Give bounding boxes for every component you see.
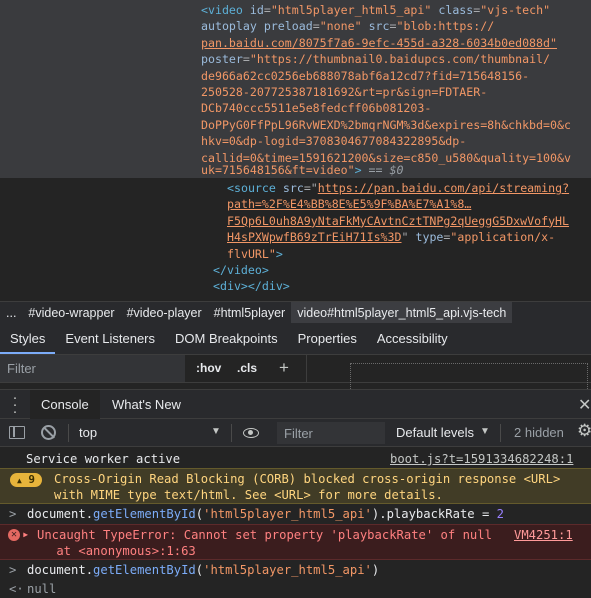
source-link[interactable]: VM4251:1 <box>514 527 573 543</box>
dom-node-video-line8[interactable]: DoPPyG0FfPpL96RvWEXD%2bmqrNGM%3d&expires… <box>201 117 571 133</box>
dom-node-video-line6[interactable]: 250528-207725387181692&rt=pr&sign=FDTAER… <box>201 84 487 100</box>
close-drawer-icon[interactable]: ✕ <box>578 395 591 415</box>
warning-icon: ▲ <box>16 476 22 485</box>
breadcrumb-video-wrapper[interactable]: #video-wrapper <box>22 302 120 324</box>
expand-arrow-icon[interactable]: ▸ <box>22 526 29 542</box>
message-text: Cross-Origin Read Blocking (CORB) blocke… <box>54 472 561 486</box>
dom-node-video-line1[interactable]: <video id="html5player_html5_api" class=… <box>201 2 550 18</box>
dom-node-div[interactable]: <div></div> <box>213 278 290 294</box>
error-icon[interactable]: ✕ <box>8 529 20 541</box>
console-command: > document.getElementById('html5player_h… <box>9 563 380 577</box>
source-link[interactable]: boot.js?t=1591334682248:1 <box>390 451 573 467</box>
new-style-rule-button[interactable]: + <box>279 358 289 378</box>
tab-accessibility[interactable]: Accessibility <box>367 323 458 354</box>
message-text: Uncaught TypeError: Cannot set property … <box>37 528 492 542</box>
message-text: with MIME type text/html. See <URL> for … <box>54 488 443 502</box>
prompt-chevron-icon: > <box>9 563 17 577</box>
console-message-error: ✕ ▸ Uncaught TypeError: Cannot set prope… <box>0 524 591 560</box>
context-selector[interactable]: top <box>79 425 97 440</box>
breadcrumb-video-element[interactable]: video#html5player_html5_api.vjs-tech <box>291 301 513 324</box>
console-command: > document.getElementById('html5player_h… <box>9 507 504 521</box>
console-message-warning: ▲ 9 Cross-Origin Read Blocking (CORB) bl… <box>0 468 591 504</box>
chevron-down-icon[interactable]: ▼ <box>211 426 221 437</box>
breadcrumb-html5player[interactable]: #html5player <box>208 302 292 324</box>
tab-dom-breakpoints[interactable]: DOM Breakpoints <box>165 323 288 354</box>
console-messages: Service worker active boot.js?t=15913346… <box>0 447 591 598</box>
dom-node-video-line4[interactable]: poster="https://thumbnail0.baidupcs.com/… <box>201 51 550 67</box>
console-toolbar: top ▼ Filter Default levels ▼ 2 hidden ⚙ <box>0 419 591 447</box>
console-filter-input[interactable]: Filter <box>277 422 385 444</box>
dom-node-video-line2[interactable]: autoplay preload="none" src="blob:https:… <box>201 18 494 34</box>
message-text: Service worker active <box>26 452 181 466</box>
tab-console[interactable]: Console <box>30 390 100 419</box>
tab-whats-new[interactable]: What's New <box>112 390 181 419</box>
styles-divider <box>306 355 307 383</box>
drawer-menu-icon[interactable]: · · · <box>12 390 18 419</box>
dom-node-video-line11[interactable]: uk=715648156&ft=video"> == $0 <box>201 162 403 178</box>
styles-tab-bar: Styles Event Listeners DOM Breakpoints P… <box>0 323 591 355</box>
dom-node-source-line5[interactable]: flvURL"> <box>227 246 283 262</box>
tab-properties[interactable]: Properties <box>288 323 367 354</box>
breadcrumb-video-player[interactable]: #video-player <box>121 302 208 324</box>
tab-event-listeners[interactable]: Event Listeners <box>55 323 165 354</box>
dom-node-source-line1[interactable]: <source src="https://pan.baidu.com/api/s… <box>227 180 569 196</box>
dom-node-source-line4[interactable]: H4sPXWpwfB69zTrEiH71Is%3D" type="applica… <box>227 229 555 245</box>
drawer-tab-bar: · · · Console What's New ✕ <box>0 389 591 419</box>
gear-icon[interactable]: ⚙ <box>577 421 591 441</box>
cls-toggle-button[interactable]: .cls <box>237 361 257 375</box>
dom-node-source-line3[interactable]: F5Qp6L0uh8A9yNtaFkMyCAvtnCztTNPg2qUeggG5… <box>227 213 569 229</box>
warning-count-badge[interactable]: ▲ 9 <box>10 473 42 487</box>
dom-node-source-line2[interactable]: path=%2F%E4%BB%8E%E5%9F%BA%E7%A1%8… <box>227 196 471 212</box>
prompt-chevron-icon: > <box>9 507 17 521</box>
show-sidebar-icon[interactable] <box>9 426 25 439</box>
toolbar-divider <box>231 424 232 442</box>
log-levels-dropdown[interactable]: Default levels <box>396 425 474 440</box>
dom-node-video-line7[interactable]: DCb740ccc5511e5e8fedcff06b081203- <box>201 100 431 116</box>
hov-toggle-button[interactable]: :hov <box>196 361 221 375</box>
tab-styles[interactable]: Styles <box>0 323 56 354</box>
message-text: at <anonymous>:1:63 <box>27 544 196 558</box>
breadcrumb-overflow[interactable]: ... <box>0 302 22 324</box>
toolbar-divider <box>68 424 69 442</box>
elements-panel: <video id="html5player_html5_api" class=… <box>0 0 591 301</box>
styles-filter-row: Filter :hov .cls + <box>0 355 591 393</box>
breadcrumb: ... #video-wrapper #video-player #html5p… <box>0 301 591 324</box>
dom-node-video-close[interactable]: </video> <box>213 262 269 278</box>
chevron-down-icon[interactable]: ▼ <box>480 426 490 437</box>
dom-node-video-line5[interactable]: de966a62cc0256eb688078abf6a12cd7?fid=715… <box>201 68 529 84</box>
console-result: <· null <box>9 582 57 596</box>
toolbar-divider <box>500 424 501 442</box>
dom-node-video-line9[interactable]: hkv=0&dp-logid=3708304677084322895&dp- <box>201 133 466 149</box>
console-message-info: Service worker active boot.js?t=15913346… <box>0 450 591 468</box>
clear-console-icon[interactable] <box>41 425 56 440</box>
result-chevron-icon: <· <box>9 582 24 596</box>
dom-node-video-line3[interactable]: pan.baidu.com/8075f7a6-9efc-455d-a328-60… <box>201 35 557 51</box>
hidden-messages-count: 2 hidden <box>514 425 564 440</box>
live-expression-eye-icon[interactable] <box>243 428 259 438</box>
styles-filter-input[interactable]: Filter <box>0 355 185 382</box>
